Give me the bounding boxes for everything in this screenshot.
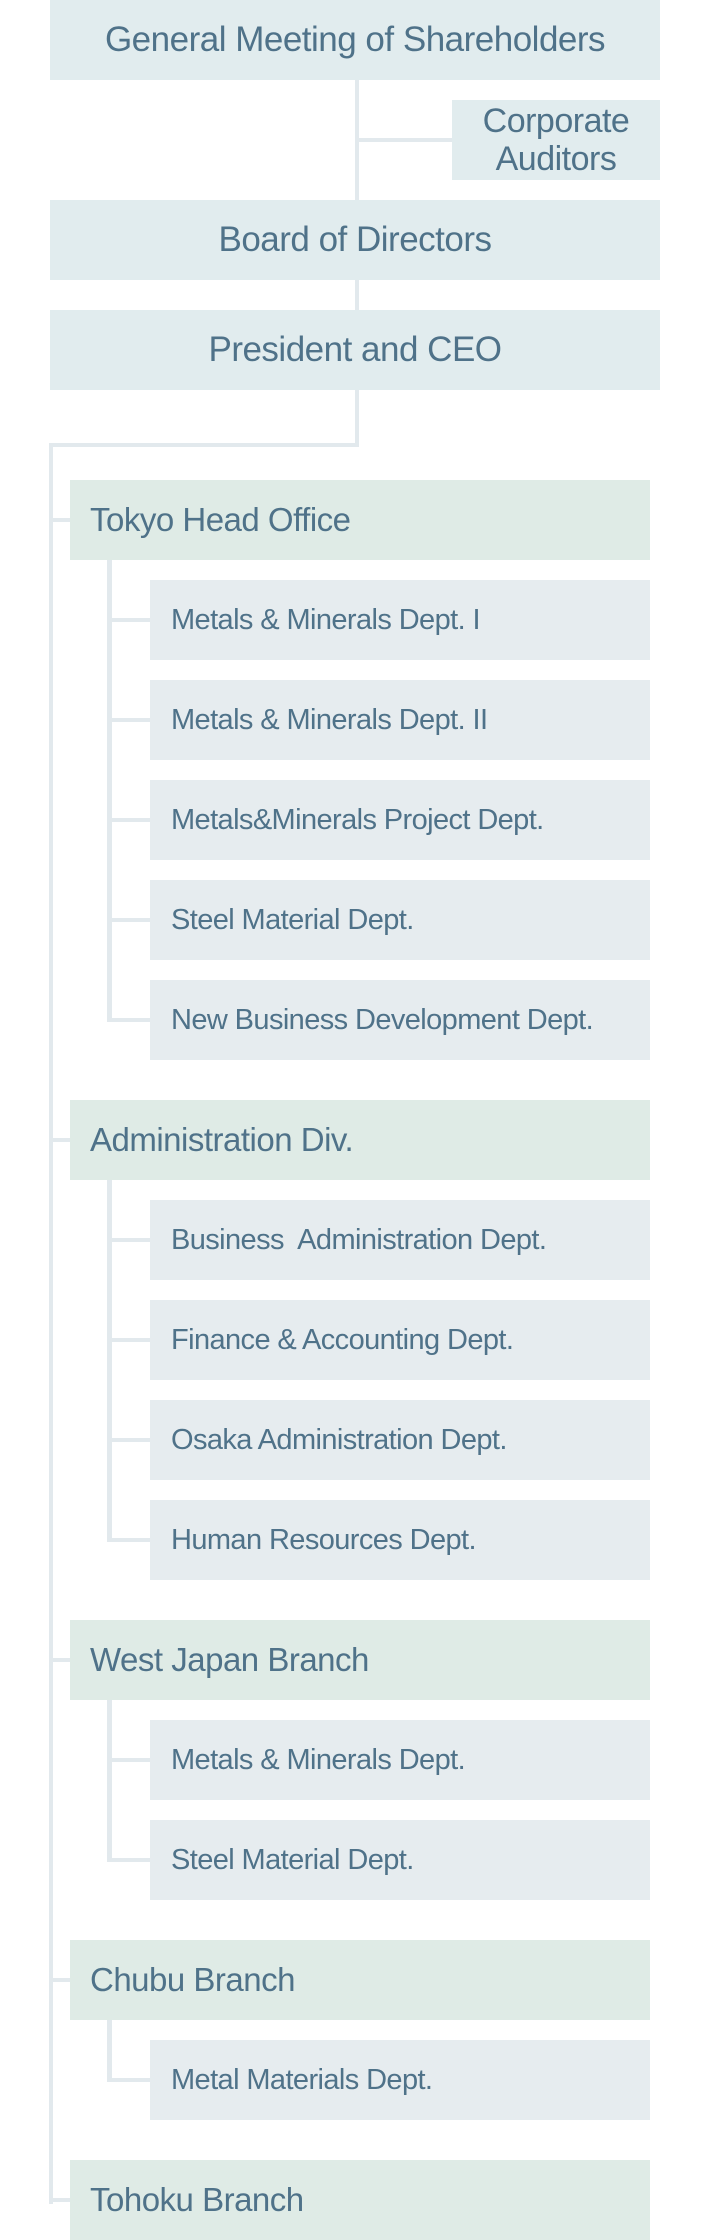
connector-dept <box>107 1758 150 1762</box>
division-label: Tohoku Branch <box>90 2181 304 2218</box>
department-box[interactable]: Osaka Administration Dept. <box>150 1400 650 1480</box>
connector-president-down <box>355 390 359 447</box>
department-label: Metals & Minerals Dept. I <box>171 603 481 636</box>
connector-division-tohoku-branch <box>49 2198 70 2202</box>
division-label: Chubu Branch <box>90 1961 295 1998</box>
corporate-auditors-box[interactable]: Corporate Auditors <box>452 100 660 180</box>
department-box[interactable]: Steel Material Dept. <box>150 880 650 960</box>
department-label: Business Administration Dept. <box>171 1223 547 1256</box>
connector-dept-trunk <box>107 1180 112 1542</box>
connector-division-west-japan-branch <box>49 1658 70 1662</box>
connector-dept <box>107 1438 150 1442</box>
department-label: Human Resources Dept. <box>171 1523 477 1556</box>
connector-dept <box>107 818 150 822</box>
division-box-tohoku-branch[interactable]: Tohoku Branch <box>70 2160 650 2240</box>
auditors-label-line2: Auditors <box>495 140 617 178</box>
division-label: West Japan Branch <box>90 1641 369 1678</box>
department-box[interactable]: Metals & Minerals Dept. II <box>150 680 650 760</box>
connector-dept <box>107 2078 150 2082</box>
department-box[interactable]: Human Resources Dept. <box>150 1500 650 1580</box>
department-box[interactable]: Metals & Minerals Dept. I <box>150 580 650 660</box>
connector-dept-trunk <box>107 2020 112 2082</box>
auditors-label-line1: Corporate <box>482 102 630 140</box>
department-box[interactable]: Steel Material Dept. <box>150 1820 650 1900</box>
division-label: Tokyo Head Office <box>90 501 351 538</box>
department-box[interactable]: Metals&Minerals Project Dept. <box>150 780 650 860</box>
connector-dept <box>107 1238 150 1242</box>
department-label: New Business Development Dept. <box>171 1003 594 1036</box>
department-box[interactable]: Finance & Accounting Dept. <box>150 1300 650 1380</box>
division-box-administration-div[interactable]: Administration Div. <box>70 1100 650 1180</box>
connector-dept-trunk <box>107 1700 112 1862</box>
connector-board-president <box>355 280 359 310</box>
department-label: Metals&Minerals Project Dept. <box>171 803 544 836</box>
department-box[interactable]: Metals & Minerals Dept. <box>150 1720 650 1800</box>
connector-division-tokyo-head-office <box>49 518 70 522</box>
connector-dept <box>107 918 150 922</box>
department-label: Metals & Minerals Dept. II <box>171 703 488 736</box>
department-box[interactable]: New Business Development Dept. <box>150 980 650 1060</box>
connector-dept <box>107 1858 150 1862</box>
connector-division-administration-div <box>49 1138 70 1142</box>
connector-division-chubu-branch <box>49 1978 70 1982</box>
shareholders-label: General Meeting of Shareholders <box>104 20 606 59</box>
division-label: Administration Div. <box>90 1121 354 1158</box>
connector-dept <box>107 1338 150 1342</box>
connector-dept <box>107 1538 150 1542</box>
connector-dept <box>107 618 150 622</box>
board-of-directors-box[interactable]: Board of Directors <box>50 200 660 280</box>
department-box[interactable]: Business Administration Dept. <box>150 1200 650 1280</box>
connector-auditors <box>355 138 452 142</box>
division-box-chubu-branch[interactable]: Chubu Branch <box>70 1940 650 2020</box>
connector-dept <box>107 718 150 722</box>
division-box-tokyo-head-office[interactable]: Tokyo Head Office <box>70 480 650 560</box>
board-label: Board of Directors <box>218 220 492 259</box>
department-label: Steel Material Dept. <box>171 903 414 936</box>
department-label: Osaka Administration Dept. <box>171 1423 507 1456</box>
division-box-west-japan-branch[interactable]: West Japan Branch <box>70 1620 650 1700</box>
connector-dept <box>107 1018 150 1022</box>
shareholders-box[interactable]: General Meeting of Shareholders <box>50 0 660 80</box>
department-label: Steel Material Dept. <box>171 1843 414 1876</box>
department-label: Metal Materials Dept. <box>171 2063 433 2096</box>
president-label: President and CEO <box>208 330 502 369</box>
connector-dept-trunk <box>107 560 112 1022</box>
president-box[interactable]: President and CEO <box>50 310 660 390</box>
department-label: Finance & Accounting Dept. <box>171 1323 514 1356</box>
connector-main-trunk <box>49 443 53 2204</box>
department-label: Metals & Minerals Dept. <box>171 1743 466 1776</box>
department-box[interactable]: Metal Materials Dept. <box>150 2040 650 2120</box>
connector-president-horizontal <box>49 443 359 447</box>
